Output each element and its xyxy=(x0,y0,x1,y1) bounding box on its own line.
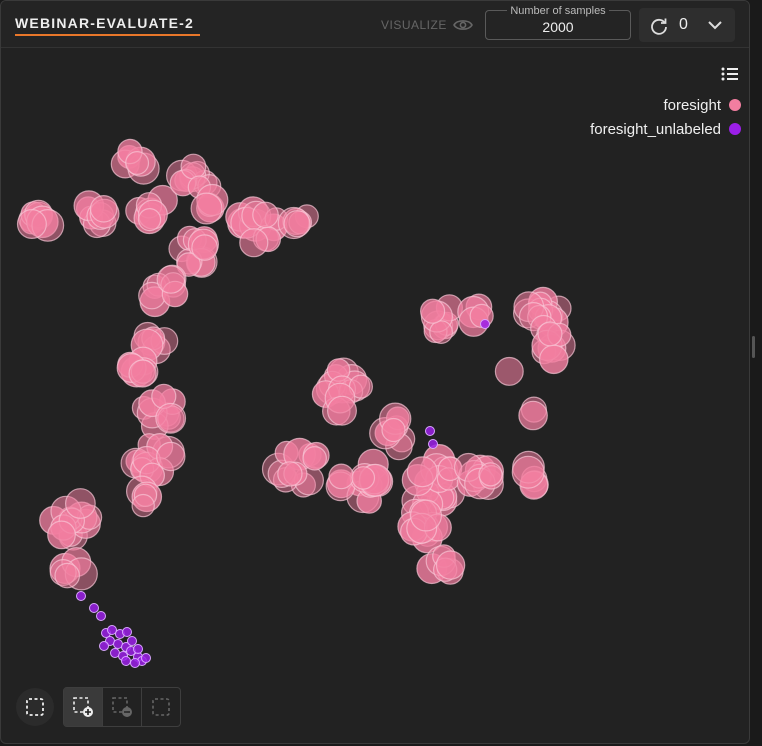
foresight-point[interactable] xyxy=(239,228,269,258)
foresight-point[interactable] xyxy=(47,520,76,550)
foresight-unlabeled-point[interactable] xyxy=(96,611,106,621)
foresight-point[interactable] xyxy=(191,234,218,261)
scatter-plot[interactable] xyxy=(1,47,749,687)
select-add-icon xyxy=(73,697,93,717)
resize-handle[interactable] xyxy=(752,336,755,358)
foresight-point[interactable] xyxy=(180,153,207,180)
foresight-unlabeled-point[interactable] xyxy=(133,644,143,654)
foresight-point[interactable] xyxy=(283,210,311,238)
visualize-label: VISUALIZE xyxy=(381,18,447,32)
embedding-panel: WEBINAR-EVALUATE-2 VISUALIZE Number of s… xyxy=(0,0,750,744)
foresight-point[interactable] xyxy=(478,462,503,487)
foresight-point[interactable] xyxy=(328,463,355,490)
foresight-unlabeled-point[interactable] xyxy=(127,636,137,646)
foresight-point[interactable] xyxy=(537,321,563,347)
foresight-point[interactable] xyxy=(302,445,327,471)
foresight-unlabeled-point[interactable] xyxy=(89,603,99,613)
foresight-point[interactable] xyxy=(420,298,446,324)
foresight-point[interactable] xyxy=(252,201,279,229)
add-selection-button[interactable] xyxy=(64,688,103,726)
visualize-toggle[interactable]: VISUALIZE xyxy=(381,18,473,32)
samples-value[interactable]: 2000 xyxy=(486,19,630,35)
samples-label: Number of samples xyxy=(507,5,609,17)
select-remove-icon xyxy=(112,697,132,717)
foresight-point[interactable] xyxy=(125,150,150,175)
foresight-point[interactable] xyxy=(381,417,406,443)
foresight-unlabeled-point[interactable] xyxy=(130,658,140,668)
foresight-point[interactable] xyxy=(54,562,80,589)
dataset-title: WEBINAR-EVALUATE-2 xyxy=(15,15,194,31)
foresight-point[interactable] xyxy=(138,208,162,232)
foresight-point[interactable] xyxy=(128,359,157,388)
foresight-unlabeled-point[interactable] xyxy=(121,656,131,666)
select-mode-button[interactable] xyxy=(16,688,54,726)
foresight-point[interactable] xyxy=(277,461,303,487)
number-of-samples-field[interactable]: Number of samples 2000 xyxy=(485,5,631,40)
selection-tools xyxy=(63,687,181,727)
refresh-dropdown[interactable]: 0 xyxy=(639,8,735,42)
foresight-point[interactable] xyxy=(435,550,466,580)
select-clear-icon xyxy=(152,698,170,716)
foresight-unlabeled-point[interactable] xyxy=(428,439,438,449)
foresight-point[interactable] xyxy=(518,400,548,431)
chevron-down-icon[interactable] xyxy=(707,18,723,32)
foresight-point[interactable] xyxy=(429,320,454,345)
foresight-point[interactable] xyxy=(511,455,545,489)
foresight-point[interactable] xyxy=(327,395,358,426)
foresight-point[interactable] xyxy=(64,488,96,519)
refresh-count: 0 xyxy=(679,16,688,33)
foresight-point[interactable] xyxy=(155,402,187,434)
foresight-unlabeled-point[interactable] xyxy=(480,319,490,329)
foresight-point[interactable] xyxy=(494,356,524,386)
foresight-unlabeled-point[interactable] xyxy=(141,653,151,663)
foresight-point[interactable] xyxy=(156,265,186,294)
refresh-icon[interactable] xyxy=(649,16,669,36)
dashed-select-icon xyxy=(26,698,44,716)
foresight-point[interactable] xyxy=(410,499,443,532)
remove-selection-button[interactable] xyxy=(103,688,142,726)
foresight-unlabeled-point[interactable] xyxy=(425,426,435,436)
foresight-point[interactable] xyxy=(406,456,438,488)
foresight-point[interactable] xyxy=(538,344,569,375)
foresight-point[interactable] xyxy=(351,466,376,490)
top-bar: WEBINAR-EVALUATE-2 VISUALIZE Number of s… xyxy=(1,1,749,48)
title-underline xyxy=(15,34,200,36)
foresight-unlabeled-point[interactable] xyxy=(76,591,86,601)
clear-selection-button[interactable] xyxy=(142,688,180,726)
foresight-point[interactable] xyxy=(190,192,223,225)
eye-icon xyxy=(452,20,473,30)
foresight-point[interactable] xyxy=(16,209,47,240)
foresight-unlabeled-point[interactable] xyxy=(99,641,109,651)
foresight-point[interactable] xyxy=(89,195,118,223)
foresight-point[interactable] xyxy=(131,493,155,518)
foresight-unlabeled-point[interactable] xyxy=(122,627,132,637)
